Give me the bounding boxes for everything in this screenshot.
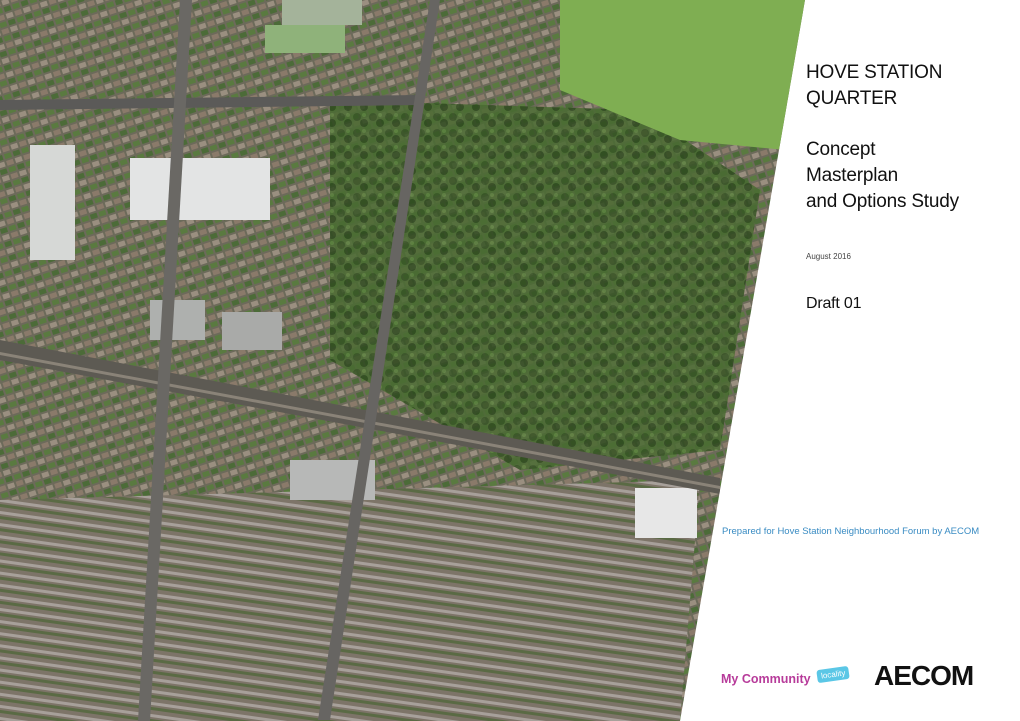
- subtitle-line-2: Masterplan: [806, 165, 898, 186]
- date-label: August 2016: [806, 252, 851, 261]
- aecom-logo: AECOM: [874, 660, 974, 691]
- locality-badge: locality: [816, 665, 851, 684]
- my-community-text: My Community: [721, 672, 811, 686]
- subtitle-line-3: and Options Study: [806, 191, 959, 212]
- my-community-logo: My Community locality: [721, 665, 881, 694]
- subtitle-line-1: Concept: [806, 139, 876, 160]
- draft-label: Draft 01: [806, 295, 862, 312]
- prepared-for-credit: Prepared for Hove Station Neighbourhood …: [722, 526, 980, 537]
- title-line-2: QUARTER: [806, 88, 898, 109]
- title-line-1: HOVE STATION: [806, 62, 943, 83]
